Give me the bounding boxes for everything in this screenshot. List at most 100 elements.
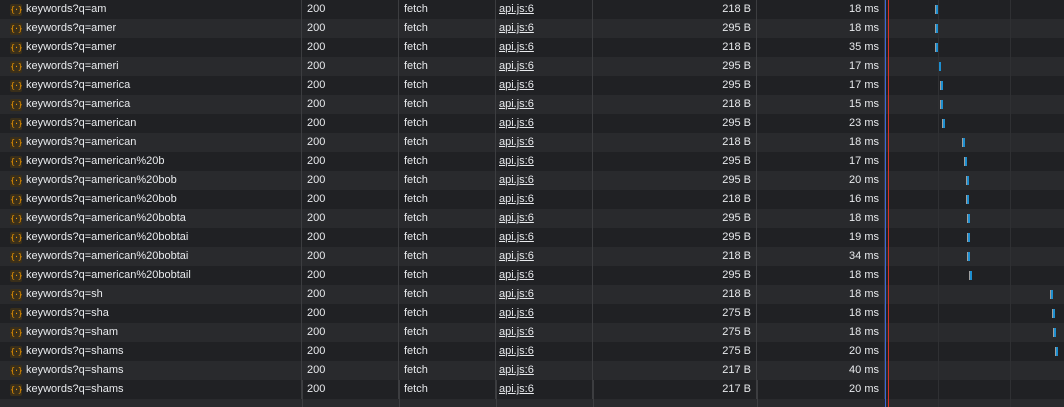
table-row[interactable]: {·} keywords?q=american%20bobtai 200 fetch a… [0,247,1064,266]
table-row[interactable]: {·} keywords?q=ameri 200 fetch api.js:6 295 B… [0,57,1064,76]
status-cell: 200 [302,76,399,95]
request-name-cell[interactable]: {·} keywords?q=american [0,114,302,133]
initiator-link[interactable]: api.js:6 [499,288,534,300]
table-row[interactable]: {·} keywords?q=shams 200 fetch api.js:6 275 B… [0,342,1064,361]
request-name-cell[interactable]: {·} keywords?q=american%20b [0,152,302,171]
request-name-cell[interactable]: {·} keywords?q=american [0,133,302,152]
size-cell: 295 B [593,76,757,95]
initiator-link[interactable]: api.js:6 [499,307,534,319]
status-cell: 200 [302,171,399,190]
request-name: keywords?q=american%20bobtai [26,231,189,243]
request-name-cell[interactable]: {·} keywords?q=american%20bob [0,190,302,209]
waterfall-cell [885,133,1064,152]
table-row[interactable]: {·} keywords?q=america 200 fetch api.js:6 295… [0,76,1064,95]
initiator-link[interactable]: api.js:6 [499,174,534,186]
request-name-cell[interactable]: {·} keywords?q=sh [0,285,302,304]
table-row[interactable]: {·} keywords?q=american%20bob 200 fetch api.… [0,190,1064,209]
waterfall-bar [967,233,971,242]
request-name-cell[interactable]: {·} keywords?q=amer [0,38,302,57]
status-cell: 200 [302,19,399,38]
table-row[interactable]: {·} keywords?q=sha 200 fetch api.js:6 275 B 18… [0,304,1064,323]
table-row[interactable]: {·} keywords?q=american 200 fetch api.js:6 29… [0,114,1064,133]
initiator-link[interactable]: api.js:6 [499,136,534,148]
table-row[interactable]: {·} keywords?q=american%20bobtai 200 fetch a… [0,228,1064,247]
type-cell: fetch [399,190,496,209]
size-cell: 295 B [593,171,757,190]
initiator-link[interactable]: api.js:6 [499,60,534,72]
column-divider [593,380,594,407]
initiator-link[interactable]: api.js:6 [499,345,534,357]
table-filler [0,399,1064,407]
initiator-link[interactable]: api.js:6 [499,212,534,224]
table-row[interactable]: {·} keywords?q=american%20bobta 200 fetch ap… [0,209,1064,228]
initiator-link[interactable]: api.js:6 [499,364,534,376]
table-row[interactable]: {·} keywords?q=american%20b 200 fetch api.js… [0,152,1064,171]
fetch-braces-icon: {·} [10,250,23,263]
waterfall-bar [963,157,967,166]
initiator-link[interactable]: api.js:6 [499,22,534,34]
request-name-cell[interactable]: {·} keywords?q=america [0,76,302,95]
table-row[interactable]: {·} keywords?q=shams 200 fetch api.js:6 217 B… [0,380,1064,399]
waterfall-cell [885,228,1064,247]
status-cell: 200 [302,304,399,323]
request-name: keywords?q=american%20bob [26,174,177,186]
initiator-link[interactable]: api.js:6 [499,98,534,110]
table-row[interactable]: {·} keywords?q=american%20bobtail 200 fetch… [0,266,1064,285]
request-name-cell[interactable]: {·} keywords?q=america [0,95,302,114]
fetch-braces-icon: {·} [10,193,23,206]
table-row[interactable]: {·} keywords?q=amer 200 fetch api.js:6 295 B1… [0,19,1064,38]
request-name-cell[interactable]: {·} keywords?q=american%20bobtail [0,266,302,285]
type-cell: fetch [399,209,496,228]
request-name-cell[interactable]: {·} keywords?q=amer [0,19,302,38]
request-name-cell[interactable]: {·} keywords?q=american%20bobtai [0,247,302,266]
initiator-link[interactable]: api.js:6 [499,3,534,15]
fetch-braces-icon: {·} [10,345,23,358]
type-cell: fetch [399,152,496,171]
table-row[interactable]: {·} keywords?q=amer 200 fetch api.js:6 218 B3… [0,38,1064,57]
initiator-link[interactable]: api.js:6 [499,383,534,395]
table-row[interactable]: {·} keywords?q=am 200 fetch api.js:6 218 B 18 … [0,0,1064,19]
request-name-cell[interactable]: {·} keywords?q=american%20bobtai [0,228,302,247]
waterfall-receiving-segment [1052,309,1055,318]
waterfall-cell [885,19,1064,38]
initiator-cell: api.js:6 [496,76,593,95]
initiator-link[interactable]: api.js:6 [499,117,534,129]
initiator-link[interactable]: api.js:6 [499,41,534,53]
size-cell: 218 B [593,133,757,152]
size-cell: 295 B [593,266,757,285]
request-name-cell[interactable]: {·} keywords?q=shams [0,380,302,399]
initiator-link[interactable]: api.js:6 [499,326,534,338]
table-row[interactable]: {·} keywords?q=american 200 fetch api.js:6 21… [0,133,1064,152]
request-name-cell[interactable]: {·} keywords?q=sha [0,304,302,323]
table-row[interactable]: {·} keywords?q=sham 200 fetch api.js:6 275 B1… [0,323,1064,342]
waterfall-bar [965,176,969,185]
initiator-link[interactable]: api.js:6 [499,79,534,91]
request-name-cell[interactable]: {·} keywords?q=shams [0,342,302,361]
initiator-link[interactable]: api.js:6 [499,231,534,243]
waterfall-gridline [1010,0,1011,407]
table-row[interactable]: {·} keywords?q=sh 200 fetch api.js:6 218 B 18 … [0,285,1064,304]
type-cell: fetch [399,380,496,399]
initiator-link[interactable]: api.js:6 [499,155,534,167]
request-name: keywords?q=shams [26,383,124,395]
time-cell: 18 ms [757,133,885,152]
request-name: keywords?q=sham [26,326,119,338]
request-name-cell[interactable]: {·} keywords?q=am [0,0,302,19]
table-row[interactable]: {·} keywords?q=america 200 fetch api.js:6 218… [0,95,1064,114]
initiator-link[interactable]: api.js:6 [499,269,534,281]
request-name-cell[interactable]: {·} keywords?q=sham [0,323,302,342]
request-name-cell[interactable]: {·} keywords?q=shams [0,361,302,380]
initiator-cell: api.js:6 [496,380,593,399]
fetch-braces-icon: {·} [10,136,23,149]
initiator-link[interactable]: api.js:6 [499,250,534,262]
table-row[interactable]: {·} keywords?q=shams 200 fetch api.js:6 217 B… [0,361,1064,380]
table-row[interactable]: {·} keywords?q=american%20bob 200 fetch api.… [0,171,1064,190]
request-name: keywords?q=shams [26,364,124,376]
type-cell: fetch [399,76,496,95]
request-name-cell[interactable]: {·} keywords?q=american%20bobta [0,209,302,228]
initiator-link[interactable]: api.js:6 [499,193,534,205]
waterfall-bar [1055,347,1059,356]
waterfall-cell [885,323,1064,342]
request-name-cell[interactable]: {·} keywords?q=american%20bob [0,171,302,190]
request-name-cell[interactable]: {·} keywords?q=ameri [0,57,302,76]
